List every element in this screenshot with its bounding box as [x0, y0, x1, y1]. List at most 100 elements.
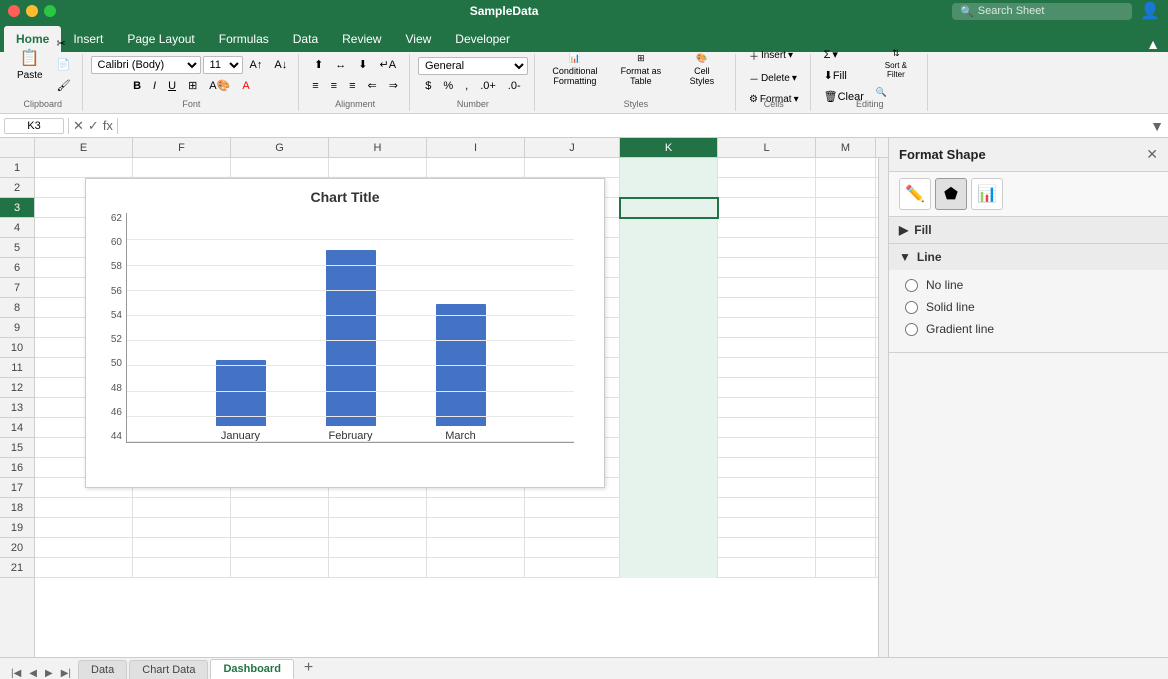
align-center-button[interactable]: ≡ [326, 77, 342, 95]
tab-view[interactable]: View [393, 26, 443, 52]
increase-decimal-button[interactable]: .0+ [475, 77, 501, 95]
cell-I1[interactable] [427, 158, 525, 178]
cell-E20[interactable] [35, 538, 133, 558]
col-header-e[interactable]: E [35, 138, 133, 157]
cell-L11[interactable] [718, 358, 816, 378]
cell-I19[interactable] [427, 518, 525, 538]
conditional-formatting-button[interactable]: 📊 Conditional Formatting [543, 43, 607, 95]
row-num-4[interactable]: 4 [0, 218, 34, 238]
row-num-9[interactable]: 9 [0, 318, 34, 338]
underline-button[interactable]: U [163, 77, 181, 95]
cell-F1[interactable] [133, 158, 231, 178]
row-num-19[interactable]: 19 [0, 518, 34, 538]
decrease-font-button[interactable]: A↓ [269, 56, 292, 74]
cell-M2[interactable] [816, 178, 876, 198]
tab-developer[interactable]: Developer [443, 26, 522, 52]
cell-I18[interactable] [427, 498, 525, 518]
row-num-17[interactable]: 17 [0, 478, 34, 498]
italic-button[interactable]: I [148, 77, 161, 95]
cell-I21[interactable] [427, 558, 525, 578]
cell-K2[interactable] [620, 178, 718, 198]
comma-button[interactable]: , [460, 77, 473, 95]
cell-L12[interactable] [718, 378, 816, 398]
cell-E19[interactable] [35, 518, 133, 538]
cell-reference-box[interactable] [4, 118, 64, 134]
fill-section-header[interactable]: ▶ Fill [889, 217, 1168, 243]
cell-J1[interactable] [525, 158, 620, 178]
cell-L6[interactable] [718, 258, 816, 278]
copy-button[interactable]: 📄 [52, 55, 76, 74]
currency-button[interactable]: $ [420, 77, 436, 95]
bar-january-rect[interactable] [216, 360, 266, 426]
cell-M20[interactable] [816, 538, 876, 558]
cancel-formula-icon[interactable]: ✕ [73, 118, 84, 134]
cell-M19[interactable] [816, 518, 876, 538]
line-section-header[interactable]: ▼ Line [889, 244, 1168, 270]
format-panel-close-button[interactable]: ✕ [1146, 146, 1158, 163]
cell-L14[interactable] [718, 418, 816, 438]
cell-F19[interactable] [133, 518, 231, 538]
cell-G1[interactable] [231, 158, 329, 178]
cell-K12[interactable] [620, 378, 718, 398]
align-top-button[interactable]: ⬆ [309, 55, 328, 74]
cell-H20[interactable] [329, 538, 427, 558]
align-middle-button[interactable]: ↔ [330, 56, 351, 74]
cell-H1[interactable] [329, 158, 427, 178]
cell-H21[interactable] [329, 558, 427, 578]
decrease-indent-button[interactable]: ⇐ [363, 76, 382, 95]
cell-G21[interactable] [231, 558, 329, 578]
decrease-decimal-button[interactable]: .0- [503, 77, 526, 95]
bar-february-rect[interactable] [326, 250, 376, 426]
row-num-2[interactable]: 2 [0, 178, 34, 198]
insert-function-icon[interactable]: fx [103, 118, 113, 134]
solid-line-radio[interactable] [905, 301, 918, 314]
maximize-button[interactable] [44, 5, 56, 17]
row-num-6[interactable]: 6 [0, 258, 34, 278]
delete-cells-button[interactable]: － Delete▾ [744, 68, 804, 89]
close-button[interactable] [8, 5, 20, 17]
cell-J18[interactable] [525, 498, 620, 518]
cell-F21[interactable] [133, 558, 231, 578]
window-controls[interactable] [8, 5, 56, 17]
cut-button[interactable]: ✂ [52, 34, 76, 53]
cell-E18[interactable] [35, 498, 133, 518]
increase-font-button[interactable]: A↑ [245, 56, 268, 74]
cell-K10[interactable] [620, 338, 718, 358]
cell-L9[interactable] [718, 318, 816, 338]
sheet-next-button[interactable]: ▶ [42, 668, 56, 679]
align-bottom-button[interactable]: ⬇ [353, 55, 372, 74]
cell-L4[interactable] [718, 218, 816, 238]
cell-M17[interactable] [816, 478, 876, 498]
fill-button[interactable]: ⬇Fill [819, 66, 869, 85]
sheet-tab-chart-data[interactable]: Chart Data [129, 660, 208, 679]
cell-K8[interactable] [620, 298, 718, 318]
font-size-select[interactable]: 11 [203, 56, 243, 74]
wrap-text-button[interactable]: ↵A [375, 55, 402, 74]
col-header-l[interactable]: L [718, 138, 816, 157]
cell-K3[interactable] [620, 198, 718, 218]
cell-K21[interactable] [620, 558, 718, 578]
row-num-18[interactable]: 18 [0, 498, 34, 518]
col-header-k[interactable]: K [620, 138, 718, 157]
cell-L5[interactable] [718, 238, 816, 258]
cell-G19[interactable] [231, 518, 329, 538]
percent-button[interactable]: % [438, 77, 458, 95]
cell-K9[interactable] [620, 318, 718, 338]
ribbon-collapse-icon[interactable]: ▲ [1146, 36, 1160, 52]
row-num-15[interactable]: 15 [0, 438, 34, 458]
row-num-14[interactable]: 14 [0, 418, 34, 438]
format-fill-line-tab[interactable]: ⬟ [935, 178, 967, 210]
cell-M1[interactable] [816, 158, 876, 178]
cell-K1[interactable] [620, 158, 718, 178]
cell-E21[interactable] [35, 558, 133, 578]
cell-F18[interactable] [133, 498, 231, 518]
minimize-button[interactable] [26, 5, 38, 17]
cell-K6[interactable] [620, 258, 718, 278]
cell-K18[interactable] [620, 498, 718, 518]
cell-M5[interactable] [816, 238, 876, 258]
row-num-20[interactable]: 20 [0, 538, 34, 558]
font-family-select[interactable]: Calibri (Body) [91, 56, 201, 74]
gradient-line-radio[interactable] [905, 323, 918, 336]
cell-L15[interactable] [718, 438, 816, 458]
sort-filter-button[interactable]: ⇅ Sort & Filter [871, 45, 921, 82]
